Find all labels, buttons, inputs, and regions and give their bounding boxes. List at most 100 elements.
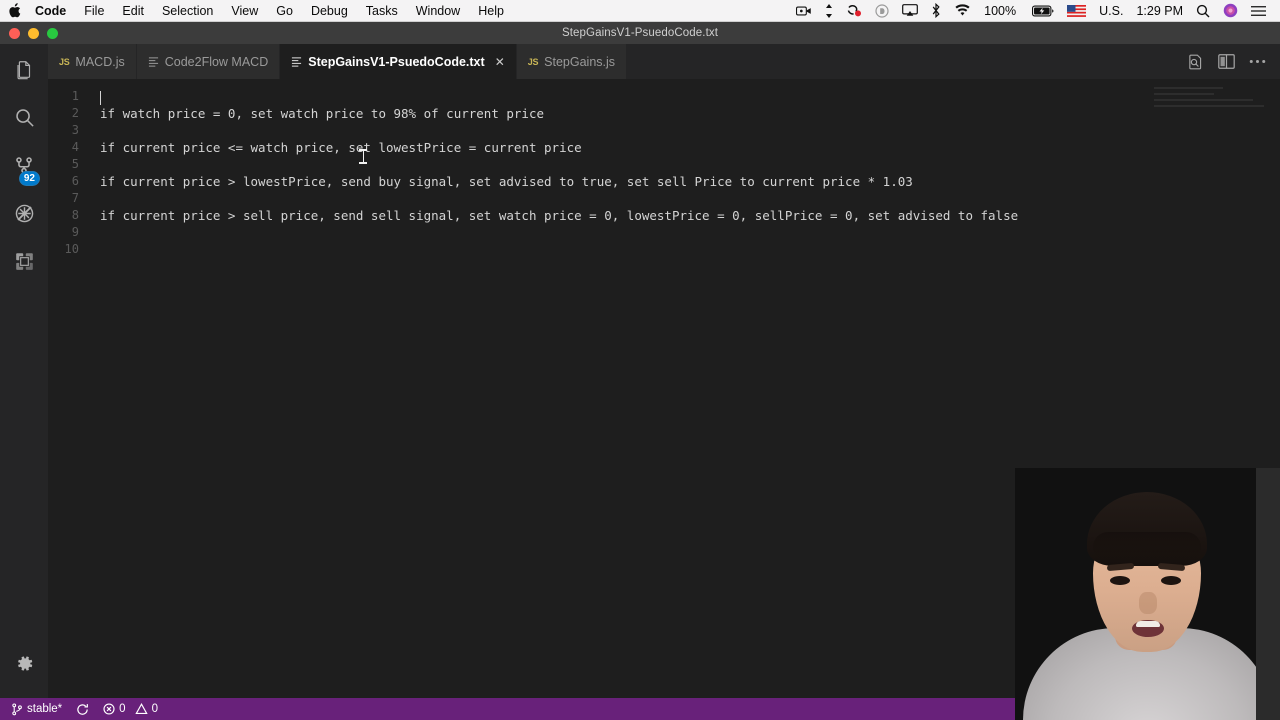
screen: Code File Edit Selection View Go Debug T… [0,0,1280,720]
presenter-eye-left [1110,576,1130,585]
notification-center-icon[interactable] [1245,0,1272,21]
menubar-clock[interactable]: 1:29 PM [1130,0,1189,21]
cleanmymac-icon[interactable] [840,0,868,21]
error-circle-icon [103,703,115,715]
tab-close-button[interactable]: ✕ [495,55,505,69]
line-content: if current price <= watch price, set low… [100,140,582,155]
status-sync[interactable] [69,698,96,720]
tab-stepgains-js[interactable]: JS StepGains.js [516,44,628,79]
menu-debug[interactable]: Debug [302,0,357,21]
status-branch-label: stable* [27,703,63,715]
tab-label: Code2Flow MACD [164,54,269,69]
clock-text: 1:29 PM [1136,3,1183,18]
maximize-button[interactable] [47,27,58,39]
split-editor-icon[interactable] [1218,54,1235,69]
sync-refresh-icon [76,703,89,716]
ellipsis-icon[interactable] [1249,59,1266,64]
sidebar-item-explorer[interactable] [0,48,48,96]
line-number: 1 [71,89,79,103]
line-number: 4 [71,140,79,154]
code-line[interactable]: 9 [48,224,1280,241]
menu-view[interactable]: View [222,0,267,21]
status-problems[interactable]: 0 0 [96,698,165,720]
window-title-bar: StepGainsV1-PsuedoCode.txt [0,22,1280,44]
line-content: if current price > sell price, send sell… [100,208,1019,223]
menu-selection[interactable]: Selection [153,0,222,21]
menu-code[interactable]: Code [26,0,75,21]
tab-code2flow-macd[interactable]: Code2Flow MACD [136,44,281,79]
battery-percent-text: 100% [984,3,1017,18]
dropbox-icon[interactable] [869,0,895,21]
code-line[interactable]: 10 [48,241,1280,258]
editor-actions [1177,44,1280,79]
tab-label: MACD.js [75,54,125,69]
tab-macd-js[interactable]: JS MACD.js [48,44,137,79]
window-title: StepGainsV1-PsuedoCode.txt [561,27,719,39]
minimize-button[interactable] [28,27,39,39]
code-line[interactable]: 2 if watch price = 0, set watch price to… [48,105,1280,122]
sidebar-item-search[interactable] [0,96,48,144]
open-preview-icon[interactable] [1187,54,1204,70]
battery-charging-icon[interactable] [1026,0,1060,21]
close-button[interactable] [9,27,20,39]
tab-label: StepGains.js [544,54,616,69]
code-line[interactable]: 4 if current price <= watch price, set l… [48,139,1280,156]
activity-bar: 92 [0,44,48,698]
status-bar-left: stable* 0 0 [0,698,165,720]
battery-percent-label: 100% [978,0,1025,21]
status-warning-count: 0 [151,703,158,715]
menu-window[interactable]: Window [407,0,469,21]
macos-menu-bar: Code File Edit Selection View Go Debug T… [0,0,1280,22]
siri-icon[interactable] [1217,0,1244,21]
gear-icon [14,653,35,679]
webcam-overlay [1015,468,1280,720]
code-line[interactable]: 1 [48,88,1280,105]
menu-tasks[interactable]: Tasks [357,0,407,21]
code-line[interactable]: 3 [48,122,1280,139]
text-file-icon [148,56,159,67]
window-controls [9,22,58,44]
code-lines[interactable]: 1 2 if watch price = 0, set watch price … [48,79,1280,258]
input-source-label[interactable]: U.S. [1093,0,1129,21]
line-number: 5 [71,157,79,171]
bluetooth-icon[interactable] [925,0,947,21]
code-line[interactable]: 7 [48,190,1280,207]
manage-settings-button[interactable] [0,642,48,690]
line-number: 9 [71,225,79,239]
code-line[interactable]: 8 if current price > sell price, send se… [48,207,1280,224]
sidebar-item-debug[interactable] [0,192,48,240]
files-icon [13,59,35,86]
editor-tab-bar: JS MACD.js Code2Flow MACD StepGainsV1-Ps… [48,44,1280,79]
debug-run-icon [13,202,36,230]
webcam-right-edge [1256,468,1280,720]
search-icon [13,106,36,134]
menu-file[interactable]: File [75,0,113,21]
status-branch[interactable]: stable* [4,698,69,720]
line-number: 6 [71,174,79,188]
presenter-eye-right [1161,576,1181,585]
menu-go[interactable]: Go [267,0,302,21]
sidebar-item-source-control[interactable]: 92 [0,144,48,192]
text-file-icon [291,56,302,67]
presenter-nose [1139,592,1157,614]
up-down-arrow-icon[interactable] [819,0,839,21]
line-number: 2 [71,106,79,120]
tab-stepgainsv1-psuedocode-txt[interactable]: StepGainsV1-PsuedoCode.txt ✕ [280,44,517,79]
spotlight-search-icon[interactable] [1190,0,1216,21]
js-file-icon: JS [59,56,70,67]
code-line[interactable]: 6 if current price > lowestPrice, send b… [48,173,1280,190]
js-file-icon: JS [527,56,539,67]
presenter-mouth [1132,620,1164,637]
code-line[interactable]: 5 [48,156,1280,173]
apple-logo-icon[interactable] [0,3,26,18]
wifi-icon[interactable] [948,0,977,21]
menu-help[interactable]: Help [469,0,513,21]
screen-recording-icon[interactable] [790,0,818,21]
line-content: if current price > lowestPrice, send buy… [100,174,913,189]
line-content: if watch price = 0, set watch price to 9… [100,106,545,121]
text-caret [100,90,101,105]
menu-edit[interactable]: Edit [113,0,153,21]
airplay-icon[interactable] [896,0,924,21]
sidebar-item-extensions[interactable] [0,240,48,288]
us-flag-icon[interactable] [1061,0,1092,21]
